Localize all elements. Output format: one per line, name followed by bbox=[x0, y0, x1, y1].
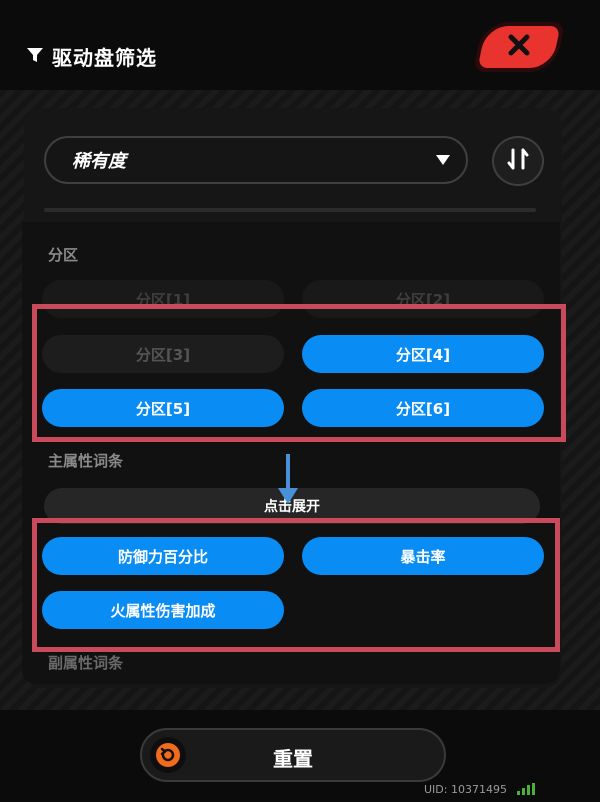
divider bbox=[44, 208, 536, 212]
reset-button-label: 重置 bbox=[273, 747, 313, 771]
section-label-partition: 分区 bbox=[48, 246, 79, 264]
arrow-head-icon bbox=[278, 488, 298, 504]
caret-down-icon bbox=[436, 155, 450, 165]
sort-order-toggle[interactable] bbox=[492, 136, 544, 186]
section-label-main-stat: 主属性词条 bbox=[48, 452, 124, 470]
uid-label: UID: 10371495 bbox=[424, 783, 507, 796]
filter-icon bbox=[26, 46, 44, 68]
page-title: 驱动盘筛选 bbox=[52, 46, 157, 70]
close-icon bbox=[506, 32, 532, 62]
close-button[interactable] bbox=[472, 22, 566, 72]
header: 驱动盘筛选 bbox=[26, 42, 157, 71]
highlight-box-main-stats bbox=[32, 518, 560, 652]
arrow-down-icon bbox=[286, 454, 290, 492]
sort-dropdown[interactable]: 稀有度 bbox=[44, 136, 468, 184]
section-label-sub-stat: 副属性词条 bbox=[48, 654, 124, 672]
signal-icon bbox=[517, 783, 535, 795]
swap-arrows-icon bbox=[505, 146, 531, 176]
highlight-box-partitions bbox=[32, 304, 566, 442]
sort-dropdown-value: 稀有度 bbox=[72, 151, 126, 172]
top-bar: 驱动盘筛选 bbox=[0, 0, 600, 90]
reset-button[interactable]: 重置 bbox=[140, 728, 446, 782]
